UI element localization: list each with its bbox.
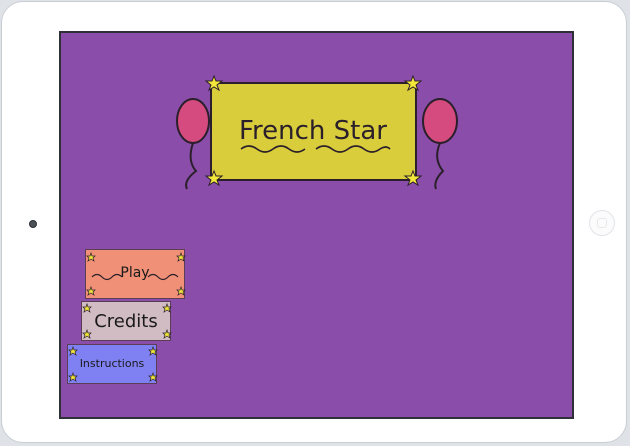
balloon-left-icon: [176, 98, 210, 190]
star-icon: [68, 371, 78, 382]
camera-icon: [29, 220, 37, 228]
star-icon: [148, 345, 158, 356]
star-icon: [148, 371, 158, 382]
star-icon: [86, 251, 96, 262]
game-title: French Star: [239, 116, 387, 146]
title-banner: French Star: [176, 74, 458, 190]
play-button[interactable]: Play: [85, 249, 186, 299]
credits-label: Credits: [94, 311, 158, 332]
star-icon: [68, 345, 78, 356]
star-icon: [86, 285, 96, 296]
credits-button[interactable]: Credits: [81, 301, 172, 341]
balloon-right-icon: [422, 98, 458, 190]
star-icon: [176, 251, 186, 262]
home-button[interactable]: [589, 210, 615, 236]
instructions-button[interactable]: Instructions: [67, 344, 158, 384]
game-screen: French Star Play Credits Instructions: [59, 31, 574, 419]
instructions-label: Instructions: [79, 357, 145, 370]
home-button-icon: [597, 218, 607, 228]
star-icon: [176, 285, 186, 296]
play-label: Play: [120, 265, 150, 281]
tablet-frame: French Star Play Credits Instructions: [1, 1, 627, 443]
